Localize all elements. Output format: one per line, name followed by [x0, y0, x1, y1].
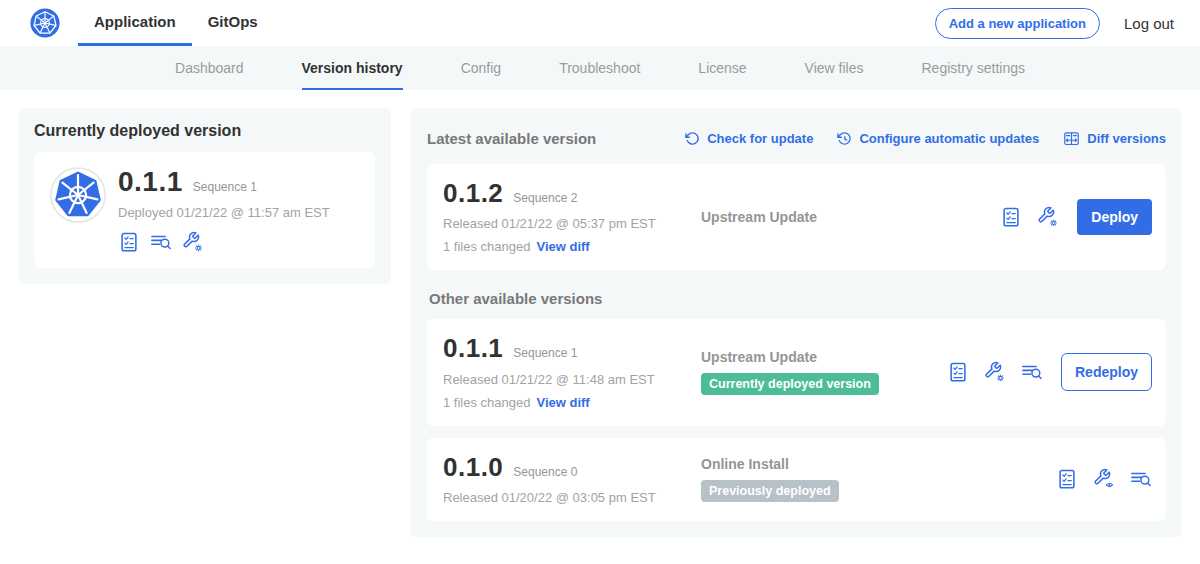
app-version-logo-icon: [50, 167, 106, 223]
tab-license[interactable]: License: [669, 46, 775, 90]
refresh-icon: [685, 131, 700, 146]
tab-config[interactable]: Config: [432, 46, 530, 90]
check-for-update-link[interactable]: Check for update: [685, 130, 813, 147]
version-card-0-1-1: 0.1.1 Sequence 1 Released 01/21/22 @ 11:…: [427, 319, 1166, 425]
deployed-version-number: 0.1.1: [118, 167, 183, 196]
version-source-label: Upstream Update: [701, 349, 947, 365]
version-number: 0.1.2: [443, 180, 503, 207]
deployed-sequence-label: Sequence 1: [193, 180, 257, 194]
release-notes-icon[interactable]: [1000, 206, 1022, 228]
app-subnav: Dashboard Version history Config Trouble…: [0, 46, 1200, 90]
deploy-logs-icon[interactable]: [1021, 361, 1043, 383]
sequence-label: Sequence 2: [513, 191, 577, 205]
deployed-version-card: 0.1.1 Sequence 1 Deployed 01/21/22 @ 11:…: [34, 152, 375, 268]
sequence-label: Sequence 1: [513, 346, 577, 360]
tab-view-files[interactable]: View files: [776, 46, 893, 90]
deploy-logs-icon[interactable]: [150, 231, 172, 253]
sequence-label: Sequence 0: [513, 465, 577, 479]
view-diff-link[interactable]: View diff: [536, 395, 589, 410]
nav-tab-application[interactable]: Application: [78, 0, 192, 46]
version-number: 0.1.1: [443, 335, 503, 362]
currently-deployed-title: Currently deployed version: [34, 122, 375, 140]
view-config-icon[interactable]: [1093, 468, 1115, 490]
redeploy-button[interactable]: Redeploy: [1061, 353, 1152, 391]
app-logo: [30, 0, 60, 46]
version-source-label: Online Install: [701, 456, 1056, 472]
version-card-0-1-2: 0.1.2 Sequence 2 Released 01/21/22 @ 05:…: [427, 164, 1166, 270]
released-timestamp: Released 01/21/22 @ 11:48 am EST: [443, 372, 701, 387]
previously-deployed-badge: Previously deployed: [701, 480, 839, 502]
diff-icon: [1063, 130, 1080, 147]
files-changed-label: 1 files changed: [443, 239, 530, 254]
diff-versions-link[interactable]: Diff versions: [1063, 130, 1166, 147]
nav-tab-gitops[interactable]: GitOps: [192, 0, 274, 46]
check-for-update-label: Check for update: [707, 131, 813, 146]
deploy-logs-icon[interactable]: [1130, 468, 1152, 490]
version-history-panel: Latest available version Check for updat…: [411, 108, 1182, 537]
release-notes-icon[interactable]: [118, 231, 140, 253]
released-timestamp: Released 01/20/22 @ 03:05 pm EST: [443, 490, 701, 505]
version-source-label: Upstream Update: [701, 209, 1000, 225]
add-new-application-button[interactable]: Add a new application: [935, 8, 1100, 39]
tab-version-history[interactable]: Version history: [273, 46, 432, 90]
edit-config-icon[interactable]: [984, 361, 1006, 383]
tab-dashboard[interactable]: Dashboard: [146, 46, 273, 90]
version-card-0-1-0: 0.1.0 Sequence 0 Released 01/20/22 @ 03:…: [427, 438, 1166, 521]
kubernetes-logo-icon: [30, 8, 60, 38]
diff-versions-label: Diff versions: [1087, 131, 1166, 146]
edit-config-icon[interactable]: [1037, 206, 1059, 228]
configure-automatic-updates-link[interactable]: Configure automatic updates: [837, 130, 1039, 147]
auto-update-icon: [837, 131, 852, 146]
release-notes-icon[interactable]: [947, 361, 969, 383]
deployed-timestamp: Deployed 01/21/22 @ 11:57 am EST: [118, 205, 330, 220]
logout-button[interactable]: Log out: [1124, 15, 1174, 32]
tab-registry-settings[interactable]: Registry settings: [893, 46, 1054, 90]
top-navbar: Application GitOps Add a new application…: [0, 0, 1200, 46]
version-number: 0.1.0: [443, 454, 503, 481]
files-changed-label: 1 files changed: [443, 395, 530, 410]
currently-deployed-badge: Currently deployed version: [701, 373, 879, 395]
currently-deployed-panel: Currently deployed version 0.1.1 Sequenc…: [18, 108, 391, 284]
deploy-button[interactable]: Deploy: [1077, 199, 1152, 235]
view-diff-link[interactable]: View diff: [536, 239, 589, 254]
latest-available-title: Latest available version: [427, 130, 596, 147]
tab-troubleshoot[interactable]: Troubleshoot: [530, 46, 669, 90]
configure-automatic-updates-label: Configure automatic updates: [859, 131, 1039, 146]
other-available-title: Other available versions: [429, 290, 1166, 307]
release-notes-icon[interactable]: [1056, 468, 1078, 490]
edit-config-icon[interactable]: [182, 231, 204, 253]
released-timestamp: Released 01/21/22 @ 05:37 pm EST: [443, 216, 701, 231]
